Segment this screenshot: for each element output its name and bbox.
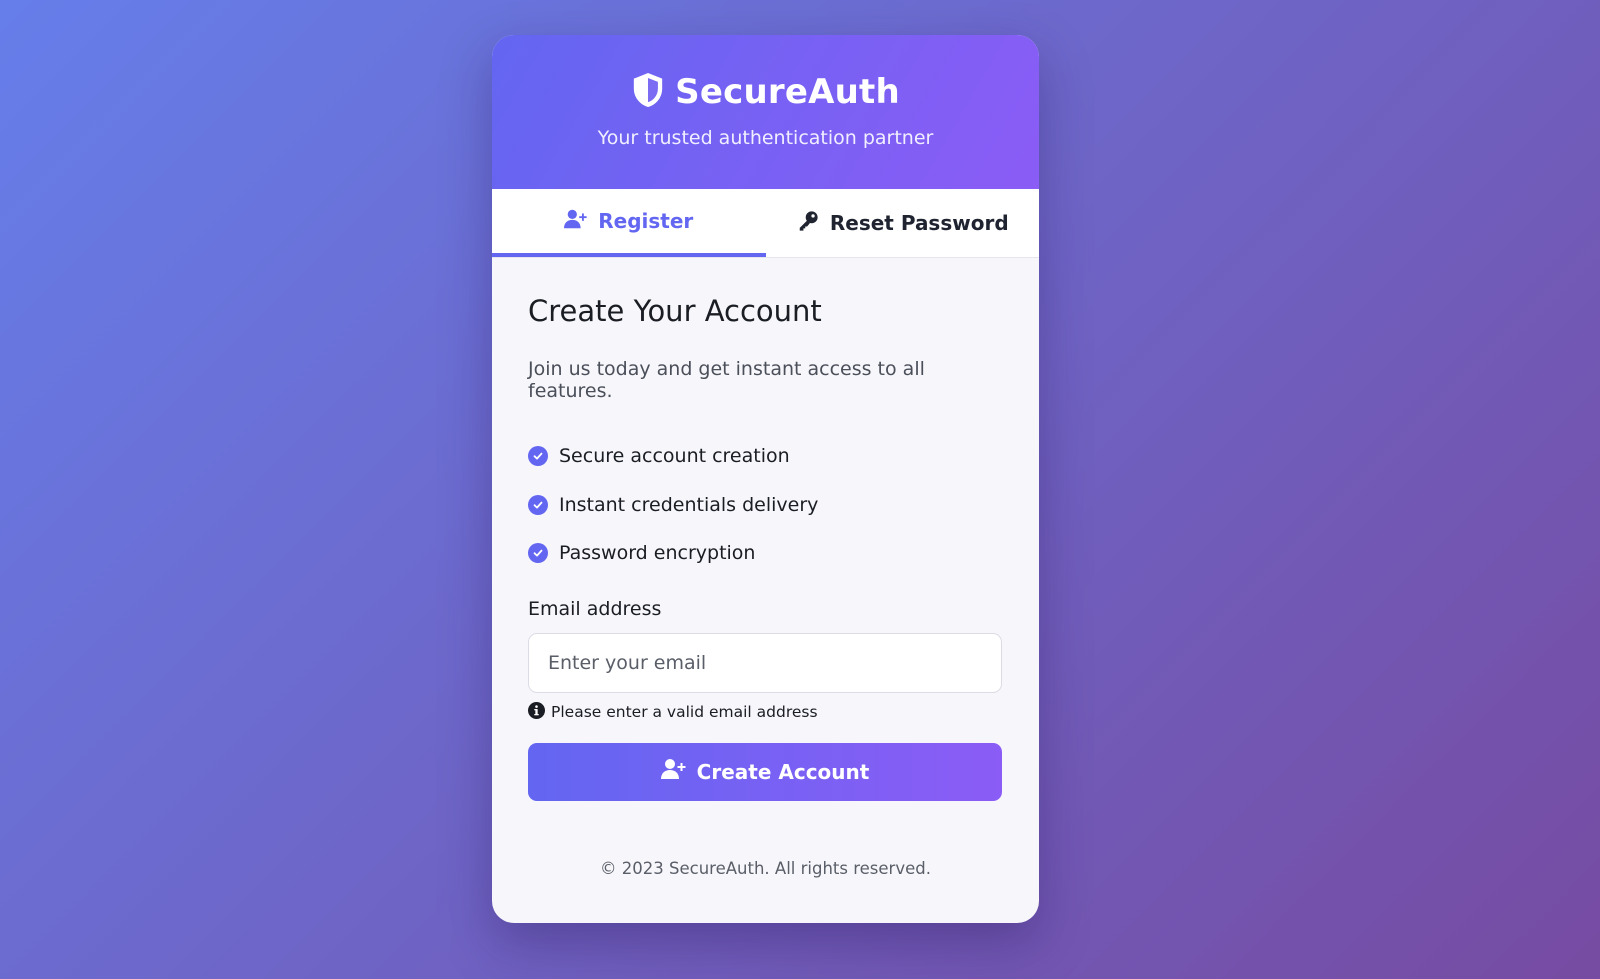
feature-label: Password encryption [559, 542, 756, 565]
feature-item: Instant credentials delivery [528, 481, 1003, 530]
shield-icon [631, 71, 665, 113]
email-label: Email address [528, 597, 662, 620]
auth-card: SecureAuth Your trusted authentication p… [492, 35, 1039, 923]
key-icon [796, 210, 820, 237]
footer-copyright: © 2023 SecureAuth. All rights reserved. [600, 859, 931, 878]
check-circle-icon [528, 446, 548, 467]
brand-name: SecureAuth [675, 72, 900, 112]
check-circle-icon [528, 543, 548, 564]
tab-bar: Register Reset Password [492, 189, 1039, 258]
feature-list: Secure account creation Instant credenti… [528, 432, 1003, 578]
tagline: Your trusted authentication partner [597, 127, 934, 149]
feature-label: Secure account creation [559, 445, 790, 468]
tab-reset-password-label: Reset Password [829, 211, 1009, 235]
check-circle-icon [528, 494, 548, 515]
email-field[interactable] [528, 632, 1002, 693]
brand: SecureAuth [492, 35, 1039, 113]
feature-item: Secure account creation [528, 432, 1003, 481]
tab-register[interactable]: Register [492, 189, 766, 257]
email-hint: Please enter a valid email address [528, 701, 1003, 723]
create-account-button[interactable]: Create Account [528, 742, 1002, 801]
tab-register-label: Register [598, 209, 694, 233]
create-account-label: Create Account [696, 759, 870, 784]
feature-item: Password encryption [528, 529, 1003, 578]
register-panel: Create Your Account Join us today and ge… [492, 258, 1039, 801]
page-description: Join us today and get instant access to … [528, 358, 925, 402]
user-plus-icon [660, 758, 687, 785]
page-title: Create Your Account [528, 294, 822, 328]
email-hint-text: Please enter a valid email address [551, 703, 818, 721]
feature-label: Instant credentials delivery [559, 493, 819, 516]
tab-reset-password[interactable]: Reset Password [766, 189, 1040, 257]
user-plus-icon [564, 208, 588, 235]
info-icon [528, 701, 545, 723]
card-header: SecureAuth Your trusted authentication p… [492, 35, 1039, 189]
